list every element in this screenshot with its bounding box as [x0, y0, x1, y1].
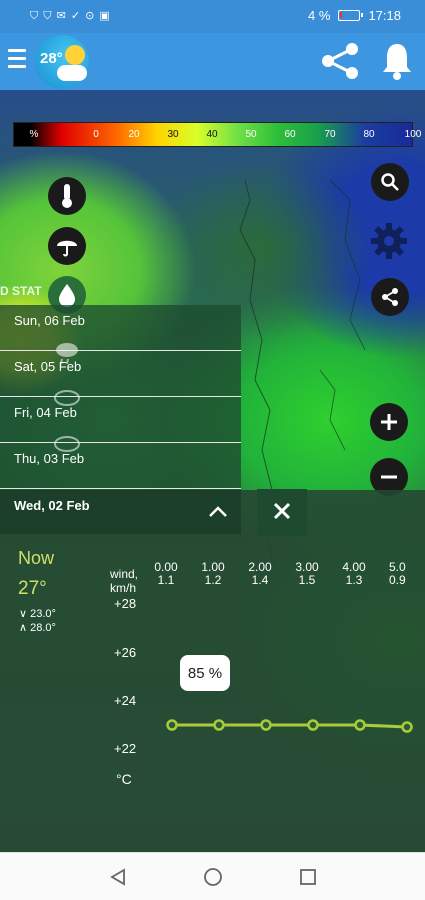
now-label: Now — [18, 548, 55, 568]
chevron-up-icon[interactable] — [208, 504, 228, 518]
search-icon — [381, 173, 399, 191]
hour-wind: 1.2 — [204, 573, 222, 587]
scale-label: 0 — [93, 129, 99, 140]
umbrella-icon — [57, 240, 77, 257]
cloud-rain-icon — [56, 343, 78, 365]
map-place-label: D STAT — [0, 284, 42, 298]
menu-icon[interactable] — [8, 49, 26, 73]
day-row[interactable]: Sat, 05 Feb — [0, 351, 241, 397]
hour-column: 3.00 1.5 — [287, 561, 327, 587]
wind-label: wind, km/h — [110, 567, 138, 595]
plus-icon — [381, 414, 397, 430]
data-point[interactable] — [354, 719, 366, 731]
bell-icon[interactable] — [380, 41, 414, 81]
hour-wind: 0.9 — [389, 573, 406, 587]
humidity-line — [166, 719, 413, 733]
cloud-icon — [54, 436, 80, 452]
scale-label: 40 — [206, 129, 218, 140]
navigation-bar — [0, 852, 425, 900]
battery-icon — [338, 10, 364, 21]
max-temp-row: ∧ 28.0° — [19, 621, 56, 634]
y-tick: +24 — [114, 693, 137, 708]
scale-label: 100 — [404, 129, 422, 140]
back-icon[interactable] — [108, 867, 128, 887]
data-point[interactable] — [307, 719, 319, 731]
app-logo[interactable]: 28° — [35, 35, 89, 89]
hour-column: 2.00 1.4 — [240, 561, 280, 587]
hour-column: 0.00 1.1 — [146, 561, 186, 587]
precipitation-layer-button[interactable] — [48, 227, 86, 265]
share-icon[interactable] — [318, 41, 362, 81]
data-point[interactable] — [213, 719, 225, 731]
clock: 17:18 — [368, 8, 401, 23]
data-point[interactable] — [401, 721, 413, 733]
hour-wind: 1.4 — [251, 573, 269, 587]
scale-label: 60 — [284, 129, 296, 140]
humidity-bubble: 85 % — [180, 655, 230, 691]
data-point[interactable] — [166, 719, 178, 731]
hour-column: 1.00 1.2 — [193, 561, 233, 587]
logo-temp: 28° — [40, 50, 63, 67]
hour-wind: 1.1 — [157, 573, 175, 587]
scale-label: 30 — [167, 129, 179, 140]
minus-icon — [381, 475, 397, 479]
recents-icon[interactable] — [298, 867, 318, 887]
day-row[interactable]: Thu, 03 Feb — [0, 443, 241, 489]
y-tick: +26 — [114, 645, 137, 660]
app-bar: 28° — [0, 33, 425, 90]
min-temp: 23.0° — [30, 608, 56, 620]
share-icon — [382, 288, 398, 306]
data-point[interactable] — [260, 719, 272, 731]
day-row[interactable]: Sun, 06 Feb — [0, 305, 241, 351]
min-temp-row: ∨ 23.0° — [19, 607, 56, 620]
scale-label: 80 — [363, 129, 375, 140]
temperature-unit: °C — [116, 771, 132, 787]
home-icon[interactable] — [203, 867, 223, 887]
close-button[interactable] — [257, 489, 307, 536]
humidity-scale: % 0 20 30 40 50 60 70 80 100 — [13, 122, 421, 147]
day-row[interactable]: Fri, 04 Feb — [0, 397, 241, 443]
search-button[interactable] — [371, 163, 409, 201]
wind-label-line: wind, — [110, 567, 139, 581]
selected-day: Wed, 02 Feb — [14, 498, 90, 513]
gear-icon[interactable] — [369, 221, 409, 261]
hour-column: 5.0 0.9 — [381, 561, 417, 587]
max-temp: 28.0° — [30, 622, 56, 634]
temperature-layer-button[interactable] — [48, 177, 86, 215]
share-map-button[interactable] — [371, 278, 409, 316]
hour-wind: 1.5 — [298, 573, 316, 587]
y-tick: +28 — [114, 596, 137, 611]
close-icon — [273, 502, 291, 520]
zoom-in-button[interactable] — [370, 403, 408, 441]
scale-label: 70 — [324, 129, 336, 140]
app-root: ⛉ ⛉ ✉ ✓ ⊙ ▣ 4 % 17:18 28° D STAT % 0 20 … — [0, 0, 425, 900]
scale-label: % — [29, 129, 39, 140]
cloud-icon — [54, 390, 80, 406]
now-temperature: 27° — [18, 578, 47, 599]
panel-header[interactable]: Wed, 02 Feb — [0, 490, 241, 534]
scale-label: 50 — [245, 129, 257, 140]
hour-wind: 1.3 — [345, 573, 363, 587]
scale-label: 20 — [128, 129, 140, 140]
battery-percent: 4 % — [308, 8, 331, 23]
status-icons: ⛉ ⛉ ✉ ✓ ⊙ ▣ — [30, 10, 111, 22]
y-tick: +22 — [114, 741, 137, 756]
status-right: 4 % 17:18 — [308, 8, 401, 23]
sun-icon — [65, 45, 85, 65]
day-list: Sun, 06 Feb Sat, 05 Feb Fri, 04 Feb Thu,… — [0, 305, 241, 491]
day-label: Sun, 06 Feb — [14, 313, 85, 328]
chevron-up-icon: ∧ — [19, 622, 28, 634]
cloud-icon — [57, 65, 87, 81]
chevron-down-icon: ∨ — [19, 608, 28, 620]
thermometer-icon — [62, 184, 72, 208]
status-bar: ⛉ ⛉ ✉ ✓ ⊙ ▣ 4 % 17:18 — [0, 0, 425, 33]
wind-unit-line: km/h — [110, 581, 137, 595]
hour-column: 4.00 1.3 — [334, 561, 374, 587]
